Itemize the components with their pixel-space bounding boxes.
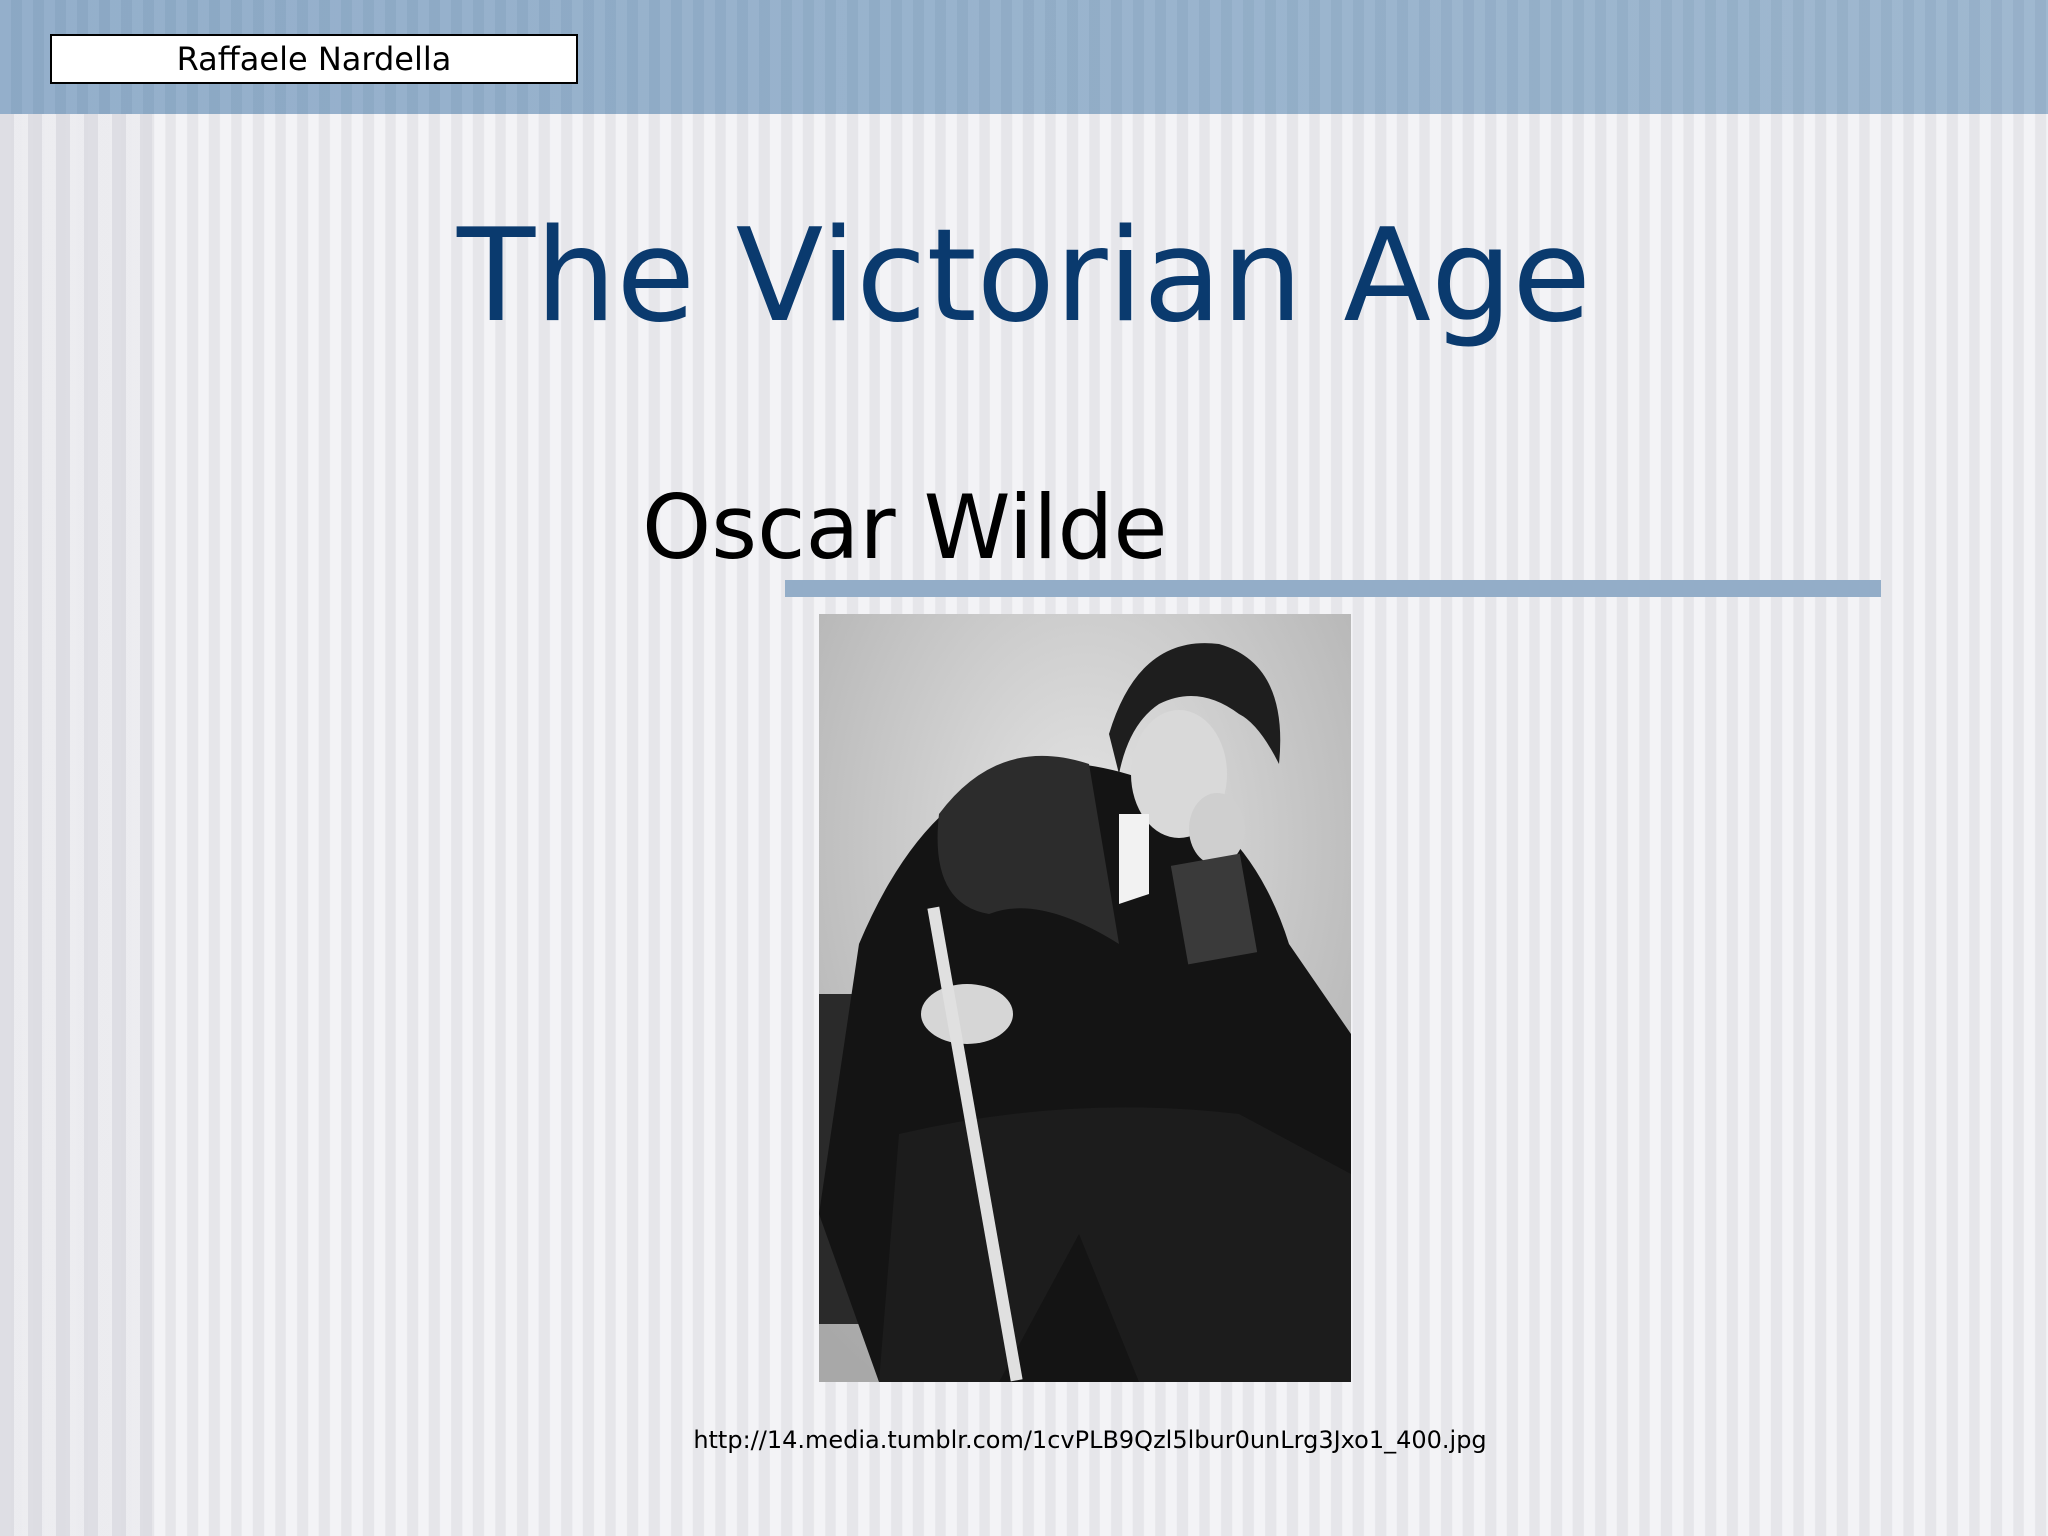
accent-rule [785,580,1881,597]
image-caption: http://14.media.tumblr.com/1cvPLB9Qzl5lb… [693,1426,1487,1454]
author-label: Raffaele Nardella [50,34,578,84]
slide-title: The Victorian Age [457,202,1591,351]
portrait-photo [819,614,1351,1382]
slide-subtitle: Oscar Wilde [642,476,1168,579]
